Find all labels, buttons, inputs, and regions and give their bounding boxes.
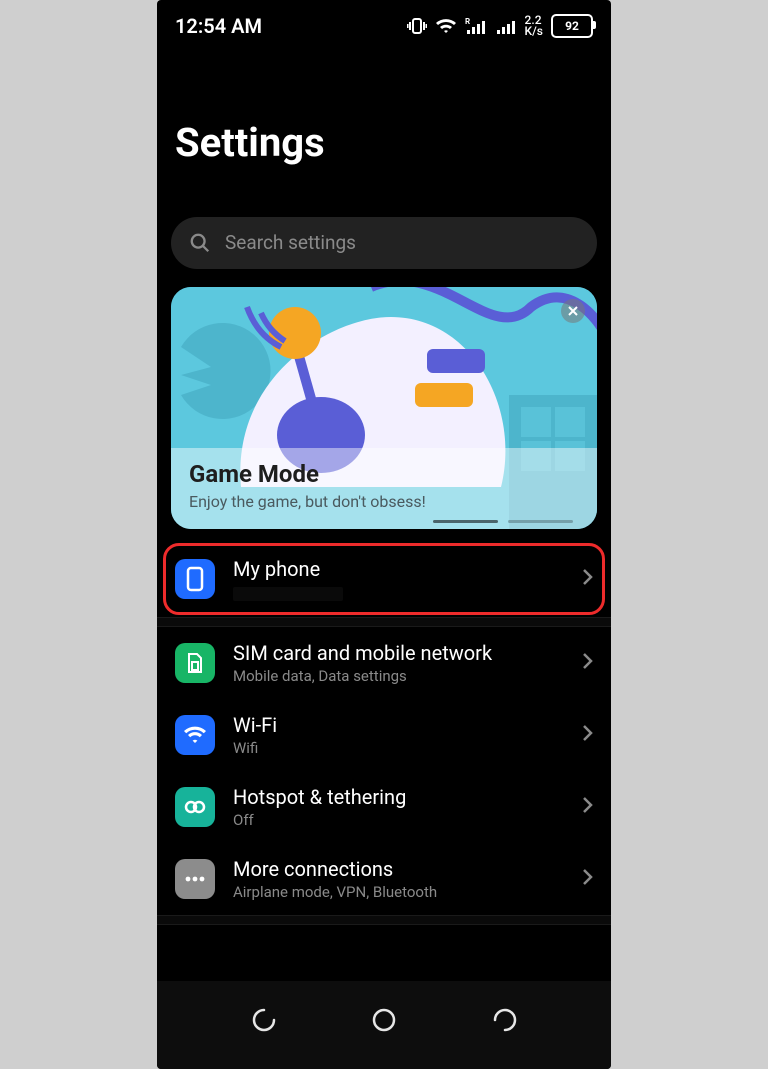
wifi-icon	[435, 17, 457, 35]
settings-list: My phone SIM card and mobile network Mob…	[157, 543, 611, 925]
network-speed: 2.2K/s	[525, 15, 543, 37]
nav-recent-button[interactable]	[250, 1006, 278, 1038]
item-title: Hotspot & tethering	[233, 785, 563, 809]
search-input[interactable]: Search settings	[171, 217, 597, 269]
item-subtitle-redacted	[233, 587, 343, 601]
item-sim[interactable]: SIM card and mobile network Mobile data,…	[157, 627, 611, 699]
promo-text: Game Mode Enjoy the game, but don't obse…	[171, 448, 597, 529]
item-title: My phone	[233, 557, 563, 581]
group-separator	[157, 915, 611, 925]
nav-home-button[interactable]	[370, 1006, 398, 1038]
nav-back-button[interactable]	[491, 1006, 519, 1038]
item-title: SIM card and mobile network	[233, 641, 563, 665]
status-time: 12:54 AM	[175, 14, 262, 38]
chevron-right-icon	[581, 795, 593, 819]
promo-page-indicator	[433, 520, 573, 523]
svg-text:R: R	[465, 17, 470, 26]
item-title: More connections	[233, 857, 563, 881]
item-title: Wi-Fi	[233, 713, 563, 737]
chevron-right-icon	[581, 567, 593, 591]
item-more-connections[interactable]: More connections Airplane mode, VPN, Blu…	[157, 843, 611, 915]
item-subtitle: Airplane mode, VPN, Bluetooth	[233, 883, 563, 901]
promo-close-button[interactable]	[561, 299, 585, 323]
item-subtitle: Off	[233, 811, 563, 829]
close-icon	[567, 305, 579, 317]
group-separator	[157, 617, 611, 627]
vibrate-icon	[407, 17, 427, 35]
page-title: Settings	[157, 79, 611, 190]
promo-card[interactable]: Game Mode Enjoy the game, but don't obse…	[171, 287, 597, 529]
search-placeholder: Search settings	[225, 231, 356, 254]
item-my-phone[interactable]: My phone	[163, 543, 605, 615]
promo-title: Game Mode	[189, 460, 579, 488]
system-nav-bar	[157, 981, 611, 1069]
phone-screen: { "status": { "time": "12:54 AM", "net_r…	[157, 0, 611, 1069]
search-icon	[189, 232, 211, 254]
hotspot-icon	[175, 787, 215, 827]
item-subtitle: Wifi	[233, 739, 563, 757]
signal-icon	[497, 17, 517, 35]
item-wifi[interactable]: Wi-Fi Wifi	[157, 699, 611, 771]
sim-icon	[175, 643, 215, 683]
signal-r-icon: R	[465, 17, 489, 35]
item-subtitle: Mobile data, Data settings	[233, 667, 563, 685]
promo-subtitle: Enjoy the game, but don't obsess!	[189, 492, 579, 511]
status-indicators: R 2.2K/s 92	[407, 14, 593, 38]
phone-icon	[175, 559, 215, 599]
chevron-right-icon	[581, 867, 593, 891]
chevron-right-icon	[581, 651, 593, 675]
status-bar: 12:54 AM R 2.2K/s 92	[157, 0, 611, 52]
chevron-right-icon	[581, 723, 593, 747]
item-hotspot[interactable]: Hotspot & tethering Off	[157, 771, 611, 843]
wifi-settings-icon	[175, 715, 215, 755]
battery-indicator: 92	[551, 14, 593, 38]
more-icon	[175, 859, 215, 899]
